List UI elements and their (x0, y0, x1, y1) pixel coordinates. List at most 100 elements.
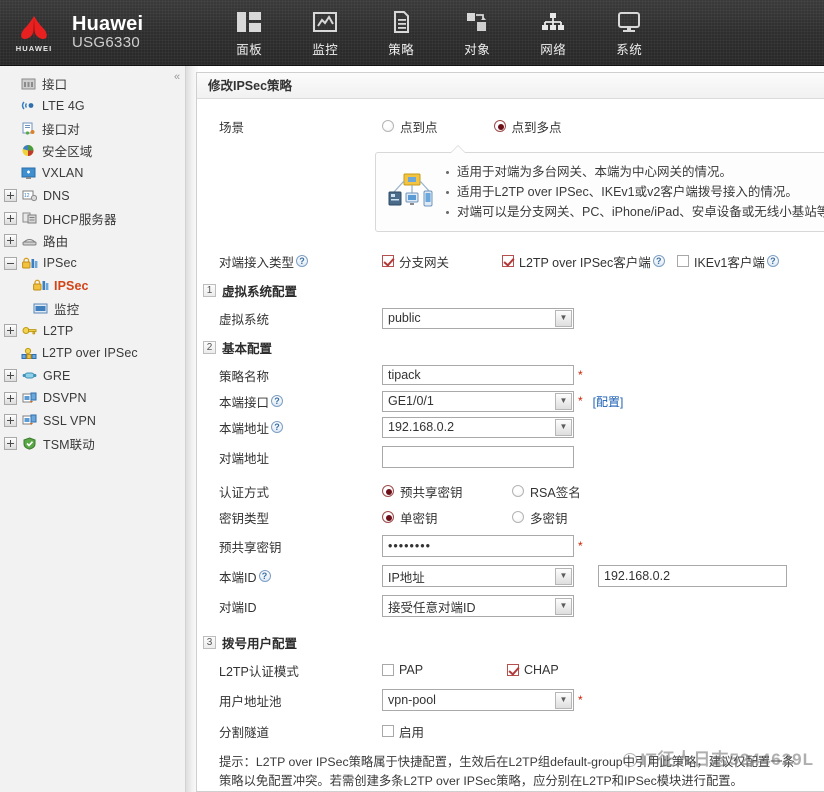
key-type-radio-multi-key[interactable]: 多密钥 (512, 508, 568, 527)
l2tp-ipsec-icon (20, 346, 37, 361)
nav-item-system[interactable]: 系统 (591, 0, 667, 66)
vxlan-icon (20, 166, 37, 181)
vsys-select[interactable]: public ▼ (382, 307, 574, 329)
expand-toggle-icon[interactable] (4, 436, 17, 450)
peer-access-type-options: 分支网关 L2TP over IPSec客户端 ? IKEv1客户端 ? (382, 252, 779, 271)
checkbox-indicator[interactable] (382, 664, 394, 676)
peer-address-input[interactable] (382, 446, 574, 468)
help-icon[interactable]: ? (271, 421, 284, 433)
radio-indicator[interactable] (382, 485, 394, 497)
sidebar-item-l2tp-over-ipsec[interactable]: L2TP over IPSec (0, 342, 185, 365)
preshared-key-label: 预共享密钥 (219, 540, 282, 555)
expand-toggle-icon[interactable] (4, 189, 17, 203)
nav-label-monitor: 监控 (312, 42, 339, 57)
nav-item-network[interactable]: 网络 (515, 0, 591, 66)
chevron-down-icon[interactable]: ▼ (555, 567, 572, 585)
help-icon[interactable]: ? (271, 395, 284, 407)
sidebar-item-dns[interactable]: 12 DNS (0, 185, 185, 208)
scene-radio-p2mp[interactable]: 点到多点 (493, 117, 562, 136)
nav-item-policy[interactable]: 策略 (363, 0, 439, 66)
sidebar-item-ssl-vpn[interactable]: SSL VPN (0, 410, 185, 433)
l2tp-auth-option-label: CHAP (524, 663, 559, 677)
radio-indicator[interactable] (512, 511, 524, 523)
sidebar-item-vxlan[interactable]: VXLAN (0, 162, 185, 185)
sidebar-item-tsm[interactable]: TSM联动 (0, 432, 185, 455)
sidebar-item-ipsec[interactable]: IPSec (0, 275, 185, 298)
l2tp-auth-checkbox-pap[interactable]: PAP (382, 663, 507, 677)
chevron-down-icon[interactable]: ▼ (555, 309, 572, 327)
local-address-value: 192.168.0.2 (388, 420, 455, 434)
expand-toggle-icon[interactable] (4, 391, 17, 405)
scene-options: 点到点 点到多点 (382, 117, 562, 136)
auth-method-options: 预共享密钥 RSA签名 (382, 482, 581, 501)
chevron-down-icon[interactable]: ▼ (555, 691, 572, 709)
sidebar-label: VXLAN (42, 166, 84, 181)
auth-method-option-label: RSA签名 (530, 485, 581, 500)
tsm-shield-icon (21, 436, 38, 451)
peer-access-option-label: L2TP over IPSec客户端 (519, 255, 651, 270)
local-address-row: 本端地址 ? 192.168.0.2 ▼ (197, 414, 824, 440)
sidebar-item-route[interactable]: 路由 (0, 230, 185, 253)
chevron-down-icon[interactable]: ▼ (555, 392, 572, 410)
checkbox-indicator[interactable] (507, 664, 519, 676)
chevron-down-icon[interactable]: ▼ (555, 597, 572, 615)
peer-access-checkbox-l2tp-over-ipsec-client[interactable]: L2TP over IPSec客户端 ? (502, 252, 677, 271)
chevron-down-icon[interactable]: ▼ (555, 418, 572, 436)
nav-item-monitor[interactable]: 监控 (287, 0, 363, 66)
sidebar-item-interface-pair[interactable]: 接口对 (0, 117, 185, 140)
peer-access-checkbox-ikev1-client[interactable]: IKEv1客户端 ? (677, 252, 779, 271)
scene-radio-p2p[interactable]: 点到点 (382, 117, 438, 136)
auth-method-radio-preshared-key[interactable]: 预共享密钥 (382, 482, 512, 501)
auth-method-label: 认证方式 (219, 485, 270, 500)
expand-toggle-icon[interactable] (4, 414, 17, 428)
radio-indicator[interactable] (382, 120, 394, 132)
sidebar-item-gre[interactable]: GRE (0, 365, 185, 388)
sidebar-label: DSVPN (43, 391, 87, 406)
sidebar-item-dhcp-server[interactable]: DHCP服务器 (0, 207, 185, 230)
checkbox-indicator[interactable] (502, 255, 514, 267)
sidebar-item-ipsec-monitor[interactable]: 监控 (0, 297, 185, 320)
radio-indicator[interactable] (382, 511, 394, 523)
interface-pair-icon (20, 121, 37, 136)
split-tunnel-checkbox-enable[interactable]: 启用 (382, 722, 424, 741)
local-id-type-select[interactable]: IP地址 ▼ (382, 565, 574, 587)
sidebar-item-ipsec-group[interactable]: IPSec (0, 252, 185, 275)
policy-name-input[interactable] (382, 365, 574, 385)
expand-toggle-icon[interactable] (4, 211, 17, 225)
local-address-select[interactable]: 192.168.0.2 ▼ (382, 416, 574, 438)
l2tp-auth-checkbox-chap[interactable]: CHAP (507, 663, 559, 677)
help-icon[interactable]: ? (652, 255, 665, 267)
local-id-value-input[interactable] (598, 565, 787, 587)
expand-toggle-icon[interactable] (4, 234, 17, 248)
expand-toggle-icon[interactable] (4, 369, 17, 383)
checkbox-indicator[interactable] (677, 255, 689, 267)
configure-link[interactable]: [配置] (593, 393, 624, 410)
nav-item-object[interactable]: 对象 (439, 0, 515, 66)
local-interface-select[interactable]: GE1/0/1 ▼ (382, 390, 574, 412)
sidebar-item-interface[interactable]: 接口 (0, 72, 185, 95)
sidebar-item-security-zone[interactable]: 安全区域 (0, 140, 185, 163)
peer-access-checkbox-branch-gateway[interactable]: 分支网关 (382, 252, 502, 271)
collapse-toggle-icon[interactable] (4, 256, 17, 270)
help-icon[interactable]: ? (766, 255, 779, 267)
sidebar-item-lte-4g[interactable]: LTE 4G (0, 95, 185, 118)
peer-id-select[interactable]: 接受任意对端ID ▼ (382, 595, 574, 617)
sidebar-item-dsvpn[interactable]: DSVPN (0, 387, 185, 410)
preshared-key-input[interactable]: •••••••• (382, 535, 574, 557)
nav-item-panel[interactable]: 面板 (211, 0, 287, 66)
key-type-radio-single-key[interactable]: 单密钥 (382, 508, 512, 527)
scene-label: 场景 (219, 120, 245, 135)
user-address-pool-select[interactable]: vpn-pool ▼ (382, 689, 574, 711)
radio-indicator[interactable] (493, 120, 506, 132)
expand-toggle-icon[interactable] (4, 324, 17, 338)
sidebar-label: IPSec (54, 278, 89, 293)
device-model: USG6330 (72, 34, 140, 52)
checkbox-indicator[interactable] (382, 255, 394, 267)
help-icon[interactable]: ? (296, 255, 309, 267)
checkbox-indicator[interactable] (382, 725, 394, 737)
radio-indicator[interactable] (512, 485, 524, 497)
sidebar-item-l2tp[interactable]: L2TP (0, 320, 185, 343)
auth-method-radio-rsa-signature[interactable]: RSA签名 (512, 482, 581, 501)
chevron-double-left-icon[interactable]: « (171, 70, 183, 84)
help-icon[interactable]: ? (258, 570, 271, 582)
